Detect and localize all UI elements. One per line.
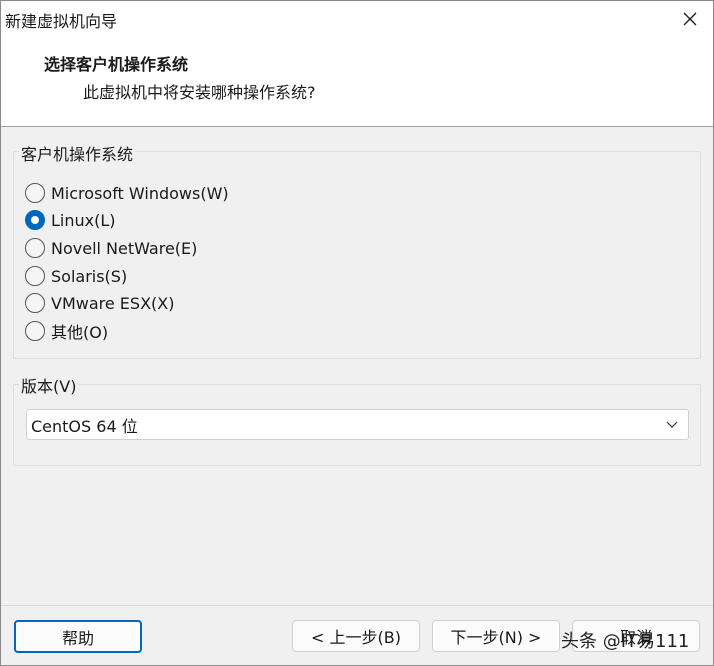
radio-label: Linux(L) [51,210,116,230]
watermark-text: 头条 @IT易111 [561,631,690,652]
radio-label: Microsoft Windows(W) [51,183,229,203]
footer-divider [1,605,713,606]
version-select-value: CentOS 64 位 [31,416,138,436]
radio-option-netware[interactable]: Novell NetWare(E) [25,236,197,260]
radio-label: Novell NetWare(E) [51,238,198,258]
radio-option-linux[interactable]: Linux(L) [25,208,116,232]
radio-option-windows[interactable]: Microsoft Windows(W) [25,181,229,205]
window-title: 新建虚拟机向导 [5,12,118,31]
close-icon [683,12,697,26]
radio-button[interactable] [25,266,45,286]
page-title: 选择客户机操作系统 [44,55,189,74]
title-bar: 新建虚拟机向导 [1,1,713,37]
watermark: 头条 @IT易111 [561,627,689,653]
radio-button[interactable] [25,293,45,313]
guest-os-group-label: 客户机操作系统 [19,141,136,165]
close-button[interactable] [667,1,713,37]
chevron-down-icon[interactable] [656,410,688,440]
radio-button[interactable] [25,183,45,203]
radio-option-esx[interactable]: VMware ESX(X) [25,291,174,315]
radio-option-other[interactable]: 其他(O) [25,319,108,343]
radio-option-solaris[interactable]: Solaris(S) [25,264,127,288]
wizard-header: 选择客户机操作系统 此虚拟机中将安装哪种操作系统? [1,37,713,127]
help-button[interactable]: 帮助 [14,620,142,653]
next-button[interactable]: 下一步(N) > [432,620,560,652]
radio-button[interactable] [25,321,45,341]
version-select[interactable]: CentOS 64 位 [26,409,689,440]
radio-label: Solaris(S) [51,266,128,286]
page-subtitle: 此虚拟机中将安装哪种操作系统? [83,83,316,102]
back-button[interactable]: < 上一步(B) [292,620,420,652]
radio-button-checked[interactable] [25,210,45,230]
radio-label: 其他(O) [51,323,109,342]
radio-button[interactable] [25,238,45,258]
radio-label: VMware ESX(X) [51,293,175,313]
version-group-label: 版本(V) [19,373,79,397]
wizard-window: 新建虚拟机向导 选择客户机操作系统 此虚拟机中将安装哪种操作系统? 客户机操作系… [0,0,714,666]
